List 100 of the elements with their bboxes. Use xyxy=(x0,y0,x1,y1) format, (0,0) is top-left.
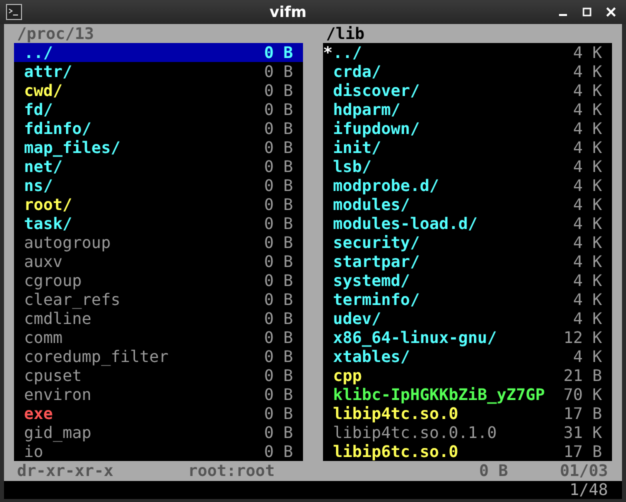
owner-text: root:root xyxy=(188,461,276,480)
file-name: cmdline xyxy=(24,309,92,328)
file-row[interactable]: exe 0 B xyxy=(14,404,303,423)
file-name: ../ xyxy=(24,43,54,62)
file-name: exe xyxy=(24,404,54,423)
file-name: libip4tc.so.0 xyxy=(333,404,460,423)
file-row[interactable]: attr/ 0 B xyxy=(14,62,303,81)
file-name: attr/ xyxy=(24,62,74,81)
file-row[interactable]: net/ 0 B xyxy=(14,157,303,176)
terminal-icon xyxy=(6,4,22,20)
file-name: cpuset xyxy=(24,366,83,385)
file-size: 4 K xyxy=(573,309,603,328)
close-icon[interactable] xyxy=(606,7,616,17)
file-size: 4 K xyxy=(573,157,603,176)
file-row[interactable]: libip6tc.so.0 17 B xyxy=(323,442,612,461)
file-name: gid_map xyxy=(24,423,92,442)
file-row[interactable]: environ 0 B xyxy=(14,385,303,404)
cursor-row[interactable]: ../ 0 B xyxy=(14,43,303,62)
file-size: 0 B xyxy=(264,62,294,81)
file-size: 0 B xyxy=(264,328,294,347)
file-name: terminfo/ xyxy=(333,290,421,309)
file-name: fd/ xyxy=(24,100,54,119)
file-size: 0 B xyxy=(264,214,294,233)
file-size: 0 B xyxy=(264,157,294,176)
file-size: 0 B xyxy=(264,271,294,290)
file-name: xtables/ xyxy=(333,347,412,366)
file-row[interactable]: crda/ 4 K xyxy=(323,62,612,81)
file-name: io xyxy=(24,442,44,461)
file-size: 0 B xyxy=(264,176,294,195)
file-row[interactable]: klibc-IpHGKKbZiB_yZ7GP 70 K xyxy=(323,385,612,404)
file-row[interactable]: discover/ 4 K xyxy=(323,81,612,100)
file-row[interactable]: comm 0 B xyxy=(14,328,303,347)
file-size: 0 B xyxy=(264,100,294,119)
file-size: 4 K xyxy=(573,195,603,214)
file-row[interactable]: gid_map 0 B xyxy=(14,423,303,442)
file-size: 0 B xyxy=(264,81,294,100)
file-size: 4 K xyxy=(573,290,603,309)
file-size: 0 B xyxy=(264,347,294,366)
file-row[interactable]: root/ 0 B xyxy=(14,195,303,214)
file-size: 4 K xyxy=(573,62,603,81)
file-size: 0 B xyxy=(264,290,294,309)
file-row[interactable]: clear_refs 0 B xyxy=(14,290,303,309)
file-name: udev/ xyxy=(333,309,382,328)
file-size: 4 K xyxy=(573,233,603,252)
file-row[interactable]: terminfo/ 4 K xyxy=(323,290,612,309)
file-row[interactable]: lsb/ 4 K xyxy=(323,157,612,176)
file-row[interactable]: map_files/ 0 B xyxy=(14,138,303,157)
file-row[interactable]: modules-load.d/ 4 K xyxy=(323,214,612,233)
file-row[interactable]: fd/ 0 B xyxy=(14,100,303,119)
file-row[interactable]: cwd/ 0 B xyxy=(14,81,303,100)
file-row[interactable]: init/ 4 K xyxy=(323,138,612,157)
file-name: cpp xyxy=(333,366,363,385)
file-row[interactable]: io 0 B xyxy=(14,442,303,461)
file-size: 0 B xyxy=(264,404,294,423)
file-name: lsb/ xyxy=(333,157,373,176)
position-text: 01/03 xyxy=(558,461,608,480)
file-name: discover/ xyxy=(333,81,421,100)
file-size: 4 K xyxy=(573,100,603,119)
file-row[interactable]: auxv 0 B xyxy=(14,252,303,271)
file-name: ifupdown/ xyxy=(333,119,421,138)
file-row[interactable]: ns/ 0 B xyxy=(14,176,303,195)
file-row[interactable]: cmdline 0 B xyxy=(14,309,303,328)
file-size: 21 B xyxy=(563,366,603,385)
file-size: 31 K xyxy=(563,423,603,442)
maximize-icon[interactable] xyxy=(582,7,592,17)
file-row[interactable]: task/ 0 B xyxy=(14,214,303,233)
file-name: coredump_filter xyxy=(24,347,170,366)
file-row[interactable]: udev/ 4 K xyxy=(323,309,612,328)
file-name: ns/ xyxy=(24,176,54,195)
file-row[interactable]: autogroup 0 B xyxy=(14,233,303,252)
file-row[interactable]: cpp 21 B xyxy=(323,366,612,385)
file-row[interactable]: startpar/ 4 K xyxy=(323,252,612,271)
file-row[interactable]: cpuset 0 B xyxy=(14,366,303,385)
file-size: 4 K xyxy=(573,214,603,233)
file-size: 0 B xyxy=(264,442,294,461)
file-row[interactable]: libip4tc.so.0.1.0 31 K xyxy=(323,423,612,442)
file-name: root/ xyxy=(24,195,74,214)
file-row[interactable]: cgroup 0 B xyxy=(14,271,303,290)
file-name: cwd/ xyxy=(24,81,64,100)
window-title: vifm xyxy=(268,3,308,21)
file-size: 0 B xyxy=(264,423,294,442)
file-row[interactable]: coredump_filter 0 B xyxy=(14,347,303,366)
file-name: security/ xyxy=(333,233,421,252)
file-row[interactable]: libip4tc.so.0 17 B xyxy=(323,404,612,423)
file-row[interactable]: x86_64-linux-gnu/ 12 K xyxy=(323,328,612,347)
file-name: auxv xyxy=(24,252,64,271)
file-row[interactable]: modprobe.d/ 4 K xyxy=(323,176,612,195)
file-row[interactable]: security/ 4 K xyxy=(323,233,612,252)
file-size: 0 B xyxy=(264,252,294,271)
file-row[interactable]: systemd/ 4 K xyxy=(323,271,612,290)
file-row[interactable]: xtables/ 4 K xyxy=(323,347,612,366)
file-row[interactable]: hdparm/ 4 K xyxy=(323,100,612,119)
file-size: 17 B xyxy=(563,404,603,423)
file-size: 4 K xyxy=(573,347,603,366)
file-size: 0 B xyxy=(264,138,294,157)
file-row[interactable]: fdinfo/ 0 B xyxy=(14,119,303,138)
file-name: modules/ xyxy=(333,195,412,214)
file-row[interactable]: *../ 4 K xyxy=(323,43,612,62)
file-row[interactable]: modules/ 4 K xyxy=(323,195,612,214)
file-row[interactable]: ifupdown/ 4 K xyxy=(323,119,612,138)
